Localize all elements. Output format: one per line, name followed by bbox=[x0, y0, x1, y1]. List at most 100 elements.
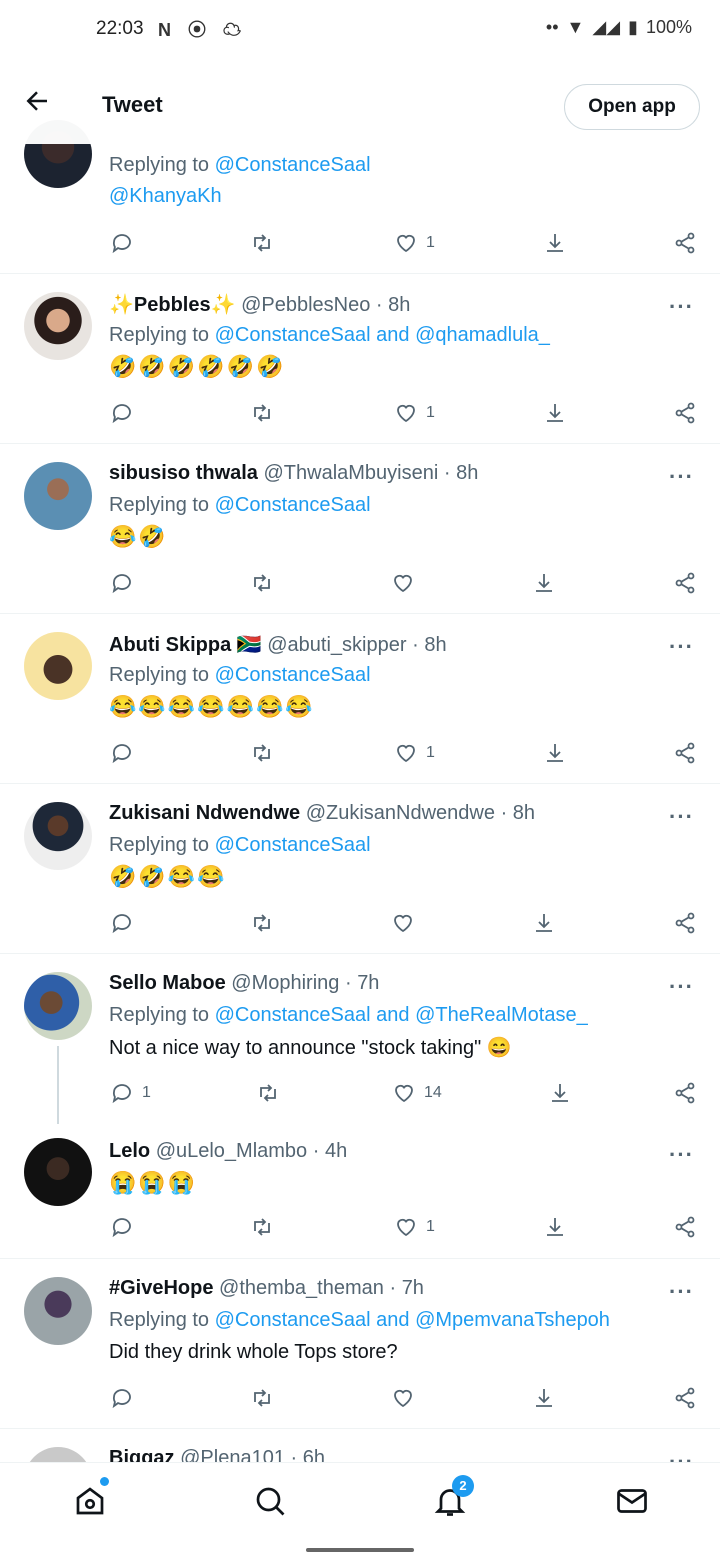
avatar[interactable] bbox=[24, 632, 92, 700]
author-handle[interactable]: @themba_theman bbox=[219, 1277, 384, 1299]
more-options-icon[interactable]: ··· bbox=[669, 1279, 694, 1305]
retweet-button[interactable] bbox=[250, 398, 274, 428]
mention-link[interactable]: @ConstanceSaal bbox=[215, 494, 371, 516]
share-button[interactable] bbox=[673, 1383, 697, 1413]
back-arrow-icon[interactable] bbox=[22, 86, 52, 116]
mention-link[interactable]: @ConstanceSaal bbox=[215, 834, 371, 856]
nav-messages[interactable] bbox=[614, 1483, 650, 1519]
like-button[interactable]: 1 bbox=[394, 1212, 435, 1242]
tweet[interactable]: Biggaz @Plena101 · 6h ··· bbox=[0, 1429, 720, 1462]
download-button[interactable] bbox=[543, 738, 567, 768]
reply-button[interactable] bbox=[110, 398, 134, 428]
author-handle[interactable]: @Plena101 bbox=[180, 1447, 285, 1462]
retweet-button[interactable] bbox=[250, 1212, 274, 1242]
mention-link[interactable]: @ConstanceSaal bbox=[215, 1309, 371, 1331]
reply-button[interactable] bbox=[110, 1212, 134, 1242]
author-handle[interactable]: @ThwalaMbuyiseni bbox=[264, 462, 439, 484]
author-name[interactable]: Zukisani Ndwendwe bbox=[109, 802, 300, 824]
author-handle[interactable]: @abuti_skipper bbox=[267, 634, 406, 656]
mention-link[interactable]: @ConstanceSaal bbox=[215, 154, 371, 176]
mention-link[interactable]: @TheRealMotase_ bbox=[415, 1004, 588, 1026]
like-button[interactable] bbox=[391, 908, 415, 938]
like-button[interactable]: 1 bbox=[394, 738, 435, 768]
tweet-time[interactable]: 7h bbox=[357, 972, 379, 994]
tweet-time[interactable]: 8h bbox=[456, 462, 478, 484]
tweet-time[interactable]: 8h bbox=[424, 634, 446, 656]
share-button[interactable] bbox=[673, 738, 697, 768]
author-name[interactable]: Biggaz bbox=[109, 1447, 175, 1462]
author-name[interactable]: Lelo bbox=[109, 1140, 150, 1162]
tweet-time[interactable]: 4h bbox=[325, 1140, 347, 1162]
download-button[interactable] bbox=[543, 228, 567, 258]
avatar[interactable] bbox=[24, 462, 92, 530]
more-options-icon[interactable]: ··· bbox=[669, 464, 694, 490]
mention-link[interactable]: @MpemvanaTshepoh bbox=[415, 1309, 610, 1331]
more-options-icon[interactable]: ··· bbox=[669, 1142, 694, 1168]
author-handle[interactable]: @PebblesNeo bbox=[241, 294, 370, 316]
tweet[interactable]: Zukisani Ndwendwe @ZukisanNdwendwe · 8h … bbox=[0, 784, 720, 954]
share-button[interactable] bbox=[673, 398, 697, 428]
mention-link[interactable]: @ConstanceSaal bbox=[215, 324, 371, 346]
nav-search[interactable] bbox=[252, 1483, 288, 1519]
share-button[interactable] bbox=[673, 568, 697, 598]
tweet-time[interactable]: 7h bbox=[402, 1277, 424, 1299]
author-handle[interactable]: @Mophiring bbox=[231, 972, 339, 994]
download-button[interactable] bbox=[532, 908, 556, 938]
author-handle[interactable]: @ZukisanNdwendwe bbox=[306, 802, 495, 824]
retweet-button[interactable] bbox=[250, 1383, 274, 1413]
tweet[interactable]: ✨Pebbles✨ @PebblesNeo · 8h ··· Replying … bbox=[0, 274, 720, 444]
mention-link[interactable]: @KhanyaKh bbox=[109, 185, 222, 207]
retweet-button[interactable] bbox=[250, 228, 274, 258]
download-button[interactable] bbox=[532, 568, 556, 598]
like-button[interactable] bbox=[391, 1383, 415, 1413]
more-options-icon[interactable]: ··· bbox=[669, 634, 694, 660]
author-name[interactable]: sibusiso thwala bbox=[109, 462, 258, 484]
download-button[interactable] bbox=[532, 1383, 556, 1413]
tweet-time[interactable]: 8h bbox=[388, 294, 410, 316]
avatar[interactable] bbox=[24, 1447, 92, 1462]
retweet-button[interactable] bbox=[250, 738, 274, 768]
author-name[interactable]: #GiveHope bbox=[109, 1277, 213, 1299]
download-button[interactable] bbox=[548, 1078, 572, 1108]
tweet[interactable]: Sello Maboe @Mophiring · 7h ··· Replying… bbox=[0, 954, 720, 1124]
avatar[interactable] bbox=[24, 802, 92, 870]
download-button[interactable] bbox=[543, 1212, 567, 1242]
open-app-button[interactable]: Open app bbox=[564, 84, 700, 130]
avatar[interactable] bbox=[24, 972, 92, 1040]
avatar[interactable] bbox=[24, 292, 92, 360]
like-button[interactable]: 1 bbox=[394, 398, 435, 428]
share-button[interactable] bbox=[673, 228, 697, 258]
download-button[interactable] bbox=[543, 398, 567, 428]
retweet-button[interactable] bbox=[250, 908, 274, 938]
like-button[interactable]: 1 bbox=[394, 228, 435, 258]
avatar[interactable] bbox=[24, 1277, 92, 1345]
home-indicator[interactable] bbox=[306, 1548, 414, 1552]
more-options-icon[interactable]: ··· bbox=[669, 1449, 694, 1462]
reply-button[interactable] bbox=[110, 908, 134, 938]
author-handle[interactable]: @uLelo_Mlambo bbox=[156, 1140, 308, 1162]
tweet[interactable]: sibusiso thwala @ThwalaMbuyiseni · 8h ··… bbox=[0, 444, 720, 614]
more-options-icon[interactable]: ··· bbox=[669, 974, 694, 1000]
retweet-button[interactable] bbox=[256, 1078, 280, 1108]
more-options-icon[interactable]: ··· bbox=[669, 804, 694, 830]
nav-home[interactable] bbox=[72, 1483, 108, 1519]
like-button[interactable] bbox=[391, 568, 415, 598]
avatar[interactable] bbox=[24, 1138, 92, 1206]
retweet-button[interactable] bbox=[250, 568, 274, 598]
author-name[interactable]: Sello Maboe bbox=[109, 972, 226, 994]
reply-button[interactable] bbox=[110, 568, 134, 598]
mention-link[interactable]: @ConstanceSaal bbox=[215, 664, 371, 686]
share-button[interactable] bbox=[673, 908, 697, 938]
reply-button[interactable] bbox=[110, 738, 134, 768]
share-button[interactable] bbox=[673, 1078, 697, 1108]
author-name[interactable]: Abuti Skippa 🇿🇦 bbox=[109, 634, 262, 656]
mention-link[interactable]: @qhamadlula_ bbox=[415, 324, 550, 346]
author-name[interactable]: ✨Pebbles✨ bbox=[109, 294, 236, 316]
tweet-time[interactable]: 8h bbox=[513, 802, 535, 824]
mention-link[interactable]: @ConstanceSaal bbox=[215, 1004, 371, 1026]
reply-button[interactable]: 1 bbox=[110, 1078, 151, 1108]
tweet[interactable]: Lelo @uLelo_Mlambo · 4h ··· 😭😭😭 1 bbox=[0, 1124, 720, 1259]
like-button[interactable]: 14 bbox=[392, 1078, 442, 1108]
share-button[interactable] bbox=[673, 1212, 697, 1242]
tweet[interactable]: #GiveHope @themba_theman · 7h ··· Replyi… bbox=[0, 1259, 720, 1429]
